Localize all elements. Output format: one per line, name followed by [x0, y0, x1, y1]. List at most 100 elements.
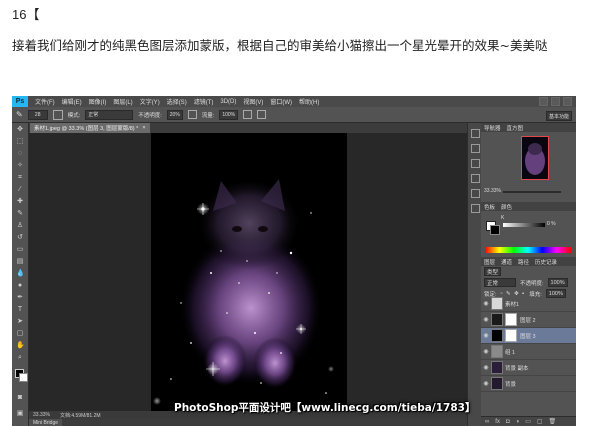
color-background-swatch[interactable] [490, 225, 500, 235]
history-panel-icon[interactable] [471, 129, 480, 138]
tab-layers[interactable]: 图层 [484, 258, 495, 266]
marquee-tool-icon[interactable]: ⬚ [16, 138, 24, 146]
dodge-tool-icon[interactable]: ● [16, 282, 24, 290]
menu-edit[interactable]: 编辑(E) [62, 97, 82, 106]
eraser-tool-icon[interactable]: ▭ [16, 246, 24, 254]
menu-select[interactable]: 选择(S) [167, 97, 187, 106]
close-window-button[interactable] [563, 97, 572, 106]
pen-tool-icon[interactable]: ✒ [16, 294, 24, 302]
layer-thumbnail[interactable] [491, 361, 503, 374]
tab-color[interactable]: 颜色 [501, 203, 512, 211]
clone-source-panel-icon[interactable] [471, 204, 480, 213]
menu-type[interactable]: 文字(Y) [140, 97, 160, 106]
hand-tool-icon[interactable]: ✋ [16, 342, 25, 350]
healing-tool-icon[interactable]: ✚ [16, 198, 24, 206]
tab-channels[interactable]: 通道 [501, 258, 512, 266]
history-brush-tool-icon[interactable]: ↺ [16, 234, 24, 242]
add-mask-icon[interactable]: ◘ [506, 419, 510, 425]
layer-mask-thumbnail[interactable] [505, 313, 517, 326]
actions-panel-icon[interactable] [471, 144, 480, 153]
tab-paths[interactable]: 路径 [518, 258, 529, 266]
layer-row[interactable]: ◉ 素材1 [481, 296, 576, 312]
paragraph-panel-icon[interactable] [471, 174, 480, 183]
stamp-tool-icon[interactable]: ♙ [16, 222, 24, 230]
tab-swatches[interactable]: 色板 [484, 203, 495, 211]
layer-row[interactable]: ◉ 组 1 [481, 344, 576, 360]
color-k-slider[interactable] [503, 223, 545, 227]
layer-filter-kind[interactable]: 类型 [484, 267, 502, 276]
navigator-zoom-slider[interactable] [503, 191, 561, 193]
layer-row[interactable]: ◉ 背景 [481, 376, 576, 392]
menu-file[interactable]: 文件(F) [35, 97, 55, 106]
visibility-eye-icon[interactable]: ◉ [481, 332, 491, 339]
move-tool-icon[interactable]: ✥ [16, 126, 24, 134]
shape-tool-icon[interactable]: ▢ [16, 330, 24, 338]
tab-navigator[interactable]: 导航器 [484, 124, 501, 132]
layer-mask-thumbnail[interactable] [505, 329, 517, 342]
background-color-swatch[interactable] [19, 373, 28, 382]
path-select-tool-icon[interactable]: ➤ [16, 318, 24, 326]
artwork-canvas[interactable] [151, 133, 347, 411]
quick-mask-icon[interactable]: ◙ [16, 394, 24, 402]
zoom-tool-icon[interactable]: ⌕ [16, 354, 24, 362]
mode-select[interactable]: 正常 [85, 109, 134, 120]
color-spectrum[interactable] [485, 247, 571, 253]
navigator-zoom[interactable]: 33.33% [484, 188, 501, 194]
quick-select-tool-icon[interactable]: ✧ [16, 162, 24, 170]
layer-thumbnail[interactable] [491, 377, 503, 390]
screen-mode-icon[interactable]: ▣ [16, 410, 24, 418]
airbrush-icon[interactable] [243, 110, 253, 119]
layer-thumbnail[interactable] [491, 345, 503, 358]
lasso-tool-icon[interactable]: ◌ [16, 150, 24, 158]
menu-window[interactable]: 窗口(W) [270, 97, 292, 106]
tab-history[interactable]: 历史记录 [535, 258, 557, 266]
visibility-eye-icon[interactable]: ◉ [481, 364, 491, 371]
brush-tool-icon[interactable]: ✎ [16, 110, 23, 119]
layer-row[interactable]: ◉ 图层 3 [481, 328, 576, 344]
menu-view[interactable]: 视图(V) [243, 97, 263, 106]
brush-panel-icon[interactable] [52, 109, 63, 120]
navigator-thumbnail[interactable] [521, 136, 549, 180]
layer-row[interactable]: ◉ 背景 副本 [481, 360, 576, 376]
blend-mode-select[interactable]: 正常 [484, 278, 516, 287]
layer-style-icon[interactable]: fx [495, 419, 500, 425]
maximize-button[interactable] [551, 97, 560, 106]
brush-tool-icon[interactable]: ✎ [16, 210, 24, 218]
layer-thumbnail[interactable] [491, 297, 503, 310]
visibility-eye-icon[interactable]: ◉ [481, 348, 491, 355]
type-tool-icon[interactable]: T [16, 306, 24, 314]
color-k-value[interactable]: 0 % [547, 221, 556, 227]
link-layers-icon[interactable]: ∞ [485, 419, 489, 425]
brush-panel-icon[interactable] [471, 189, 480, 198]
gradient-tool-icon[interactable]: ▤ [16, 258, 24, 266]
layer-opacity-input[interactable]: 100% [547, 278, 568, 287]
pressure-opacity-icon[interactable] [187, 110, 197, 119]
layer-thumbnail[interactable] [491, 329, 503, 342]
close-document-icon[interactable]: × [142, 125, 145, 131]
new-group-icon[interactable]: ▭ [525, 418, 531, 425]
menu-image[interactable]: 图像(I) [89, 97, 107, 106]
visibility-eye-icon[interactable]: ◉ [481, 300, 491, 307]
foreground-background-colors[interactable] [15, 369, 28, 382]
adjustment-layer-icon[interactable]: ◑ [516, 419, 520, 425]
workspace-select[interactable]: 基本功能 [545, 111, 572, 121]
menu-3d[interactable]: 3D(D) [220, 99, 236, 105]
menu-help[interactable]: 帮助(H) [299, 97, 319, 106]
eyedropper-tool-icon[interactable]: ⁄ [16, 186, 24, 194]
delete-layer-icon[interactable]: 🗑 [549, 418, 557, 425]
menu-filter[interactable]: 滤镜(T) [194, 97, 214, 106]
minimize-button[interactable] [539, 97, 548, 106]
opacity-input[interactable]: 20% [166, 109, 183, 120]
brush-preset-picker[interactable]: 28 [27, 109, 48, 120]
visibility-eye-icon[interactable]: ◉ [481, 380, 491, 387]
character-panel-icon[interactable] [471, 159, 480, 168]
layer-row[interactable]: ◉ 图层 2 [481, 312, 576, 328]
new-layer-icon[interactable]: ▢ [537, 418, 543, 425]
flow-input[interactable]: 100% [219, 109, 239, 120]
canvas-area[interactable] [29, 133, 467, 411]
menu-layer[interactable]: 图层(L) [113, 97, 132, 106]
layer-thumbnail[interactable] [491, 313, 503, 326]
minibridge-tab[interactable]: Mini Bridge [29, 419, 63, 426]
document-tab[interactable]: 素材1.jpeg @ 33.3% (图层 3, 图层蒙版/8) * × [30, 123, 150, 133]
visibility-eye-icon[interactable]: ◉ [481, 316, 491, 323]
